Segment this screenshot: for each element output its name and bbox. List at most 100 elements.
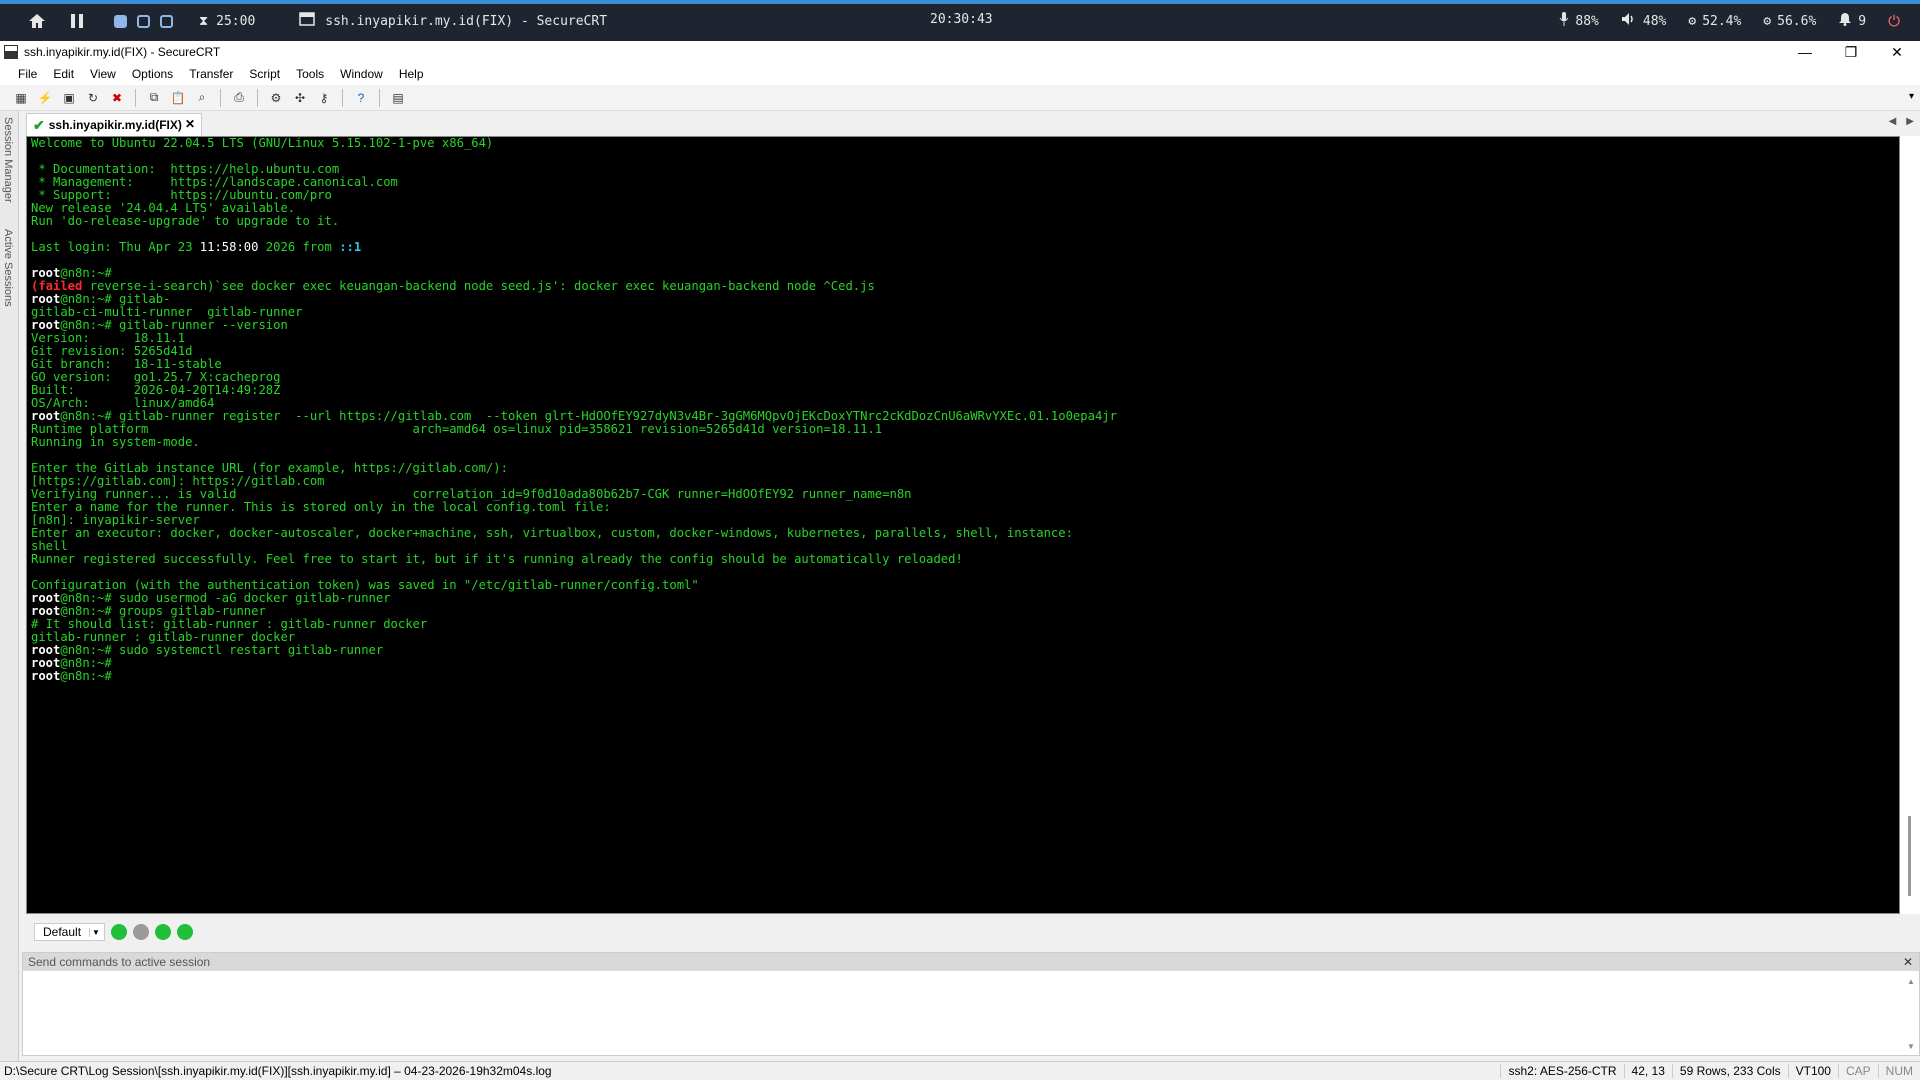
num-lock-indicator: NUM <box>1877 1064 1920 1078</box>
command-window-close-icon[interactable]: ✕ <box>1903 955 1913 969</box>
bell-icon <box>1838 12 1852 30</box>
terminal-line: root@n8n:~# gitlab- <box>31 293 1899 306</box>
terminal-line: Enter a name for the runner. This is sto… <box>31 501 1899 514</box>
button-bar-button-3[interactable] <box>154 924 171 940</box>
microphone-icon <box>1559 12 1569 30</box>
line-text: [n8n]: inyapikir-server <box>31 513 200 527</box>
button-bar-select[interactable]: Default ▼ <box>34 923 105 941</box>
securecrt-app-icon[interactable] <box>4 45 18 59</box>
session-manager-tab[interactable]: Session Manager <box>2 117 14 203</box>
line-text: @n8n:~# sudo systemctl restart gitlab-ru… <box>60 643 384 657</box>
prompt-user: root <box>31 669 61 683</box>
command-input[interactable] <box>23 971 1903 1055</box>
close-button[interactable]: ✕ <box>1874 41 1920 63</box>
command-window: Send commands to active session ✕ ▲ ▼ <box>22 952 1920 1056</box>
workspace-2[interactable] <box>137 14 150 28</box>
cpu-status[interactable]: ⚙ 52.4% <box>1688 14 1741 29</box>
terminal-line: root@n8n:~# <box>31 657 1899 670</box>
pause-icon[interactable] <box>64 8 90 34</box>
toolbar: ▦ ⚡ ▣ ↻ ✖ ⧉ 📋 ⌕ ⎙ ⚙ ✣ ⚷ ? ▤ ▾ <box>0 85 1920 111</box>
paste-icon[interactable]: 📋 <box>169 89 187 107</box>
line-text: Configuration (with the authentication t… <box>31 578 699 592</box>
line-text: Verifying runner... is valid correlation… <box>31 487 912 501</box>
volume-status[interactable]: 48% <box>1621 12 1666 30</box>
tab-scroll-right-icon[interactable]: ▶ <box>1906 116 1914 127</box>
pomodoro-timer[interactable]: ⧗ 25:00 <box>199 14 255 29</box>
toolbar-divider <box>379 88 380 107</box>
quick-connect-icon[interactable]: ⚡ <box>36 89 54 107</box>
login-source: ::1 <box>339 240 362 254</box>
terminal-line: Version: 18.11.1 <box>31 332 1899 345</box>
help-icon[interactable]: ? <box>352 89 370 107</box>
menu-script[interactable]: Script <box>241 67 288 81</box>
clock[interactable]: 20:30:43 <box>930 12 993 27</box>
prompt-user: root <box>31 292 61 306</box>
button-bar-button-2[interactable] <box>132 924 149 940</box>
connect-icon[interactable]: ▦ <box>12 89 30 107</box>
copy-icon[interactable]: ⧉ <box>145 89 163 107</box>
line-text: Running in system-mode. <box>31 435 200 449</box>
workspace-1[interactable] <box>114 14 127 28</box>
sftp-icon[interactable]: ▤ <box>389 89 407 107</box>
tab-close-icon[interactable]: ✕ <box>185 117 195 131</box>
notification-status[interactable]: 9 <box>1838 12 1866 30</box>
line-text: @n8n:~# gitlab- <box>60 292 171 306</box>
power-button[interactable]: ⏻ <box>1888 12 1900 30</box>
minimize-button[interactable]: — <box>1782 41 1828 63</box>
maximize-button[interactable]: ❐ <box>1828 41 1874 63</box>
toolbar-overflow-icon[interactable]: ▾ <box>1909 91 1914 102</box>
close-icon: ✕ <box>1891 43 1903 60</box>
connect-in-tab-icon[interactable]: ▣ <box>60 89 78 107</box>
line-text: gitlab-runner : gitlab-runner docker <box>31 630 296 644</box>
keymap-icon[interactable]: ⚷ <box>315 89 333 107</box>
terminal-line: Runtime platform arch=amd64 os=linux pid… <box>31 423 1899 436</box>
button-bar-button-4[interactable] <box>176 924 193 940</box>
menu-options[interactable]: Options <box>124 67 181 81</box>
scroll-up-icon[interactable]: ▲ <box>1907 977 1915 986</box>
line-text: @n8n:~# gitlab-runner register --url htt… <box>60 409 1117 423</box>
reconnect-icon[interactable]: ↻ <box>84 89 102 107</box>
button-bar-button-1[interactable] <box>110 924 127 940</box>
menu-bar: File Edit View Options Transfer Script T… <box>0 63 1920 85</box>
mic-status[interactable]: 88% <box>1559 12 1599 30</box>
home-icon[interactable] <box>24 8 50 34</box>
menu-edit[interactable]: Edit <box>45 67 82 81</box>
find-icon[interactable]: ⌕ <box>193 89 211 107</box>
line-text: Last login: Thu Apr 23 <box>31 240 200 254</box>
terminal-line: * Support: https://ubuntu.com/pro <box>31 189 1899 202</box>
command-window-scrollbar[interactable]: ▲ ▼ <box>1905 977 1917 1051</box>
workspace-3[interactable] <box>160 14 173 28</box>
line-text: Run 'do-release-upgrade' to upgrade to i… <box>31 214 340 228</box>
print-icon[interactable]: ⎙ <box>230 89 248 107</box>
line-text: Version: 18.11.1 <box>31 331 186 345</box>
terminal-view[interactable]: Welcome to Ubuntu 22.04.5 LTS (GNU/Linux… <box>26 136 1900 914</box>
line-text: OS/Arch: linux/amd64 <box>31 396 215 410</box>
scroll-down-icon[interactable]: ▼ <box>1907 1042 1915 1051</box>
log-file-path: D:\Secure CRT\Log Session\[ssh.inyapikir… <box>4 1064 552 1078</box>
line-text: * Support: https://ubuntu.com/pro <box>31 188 332 202</box>
button-bar: Default ▼ <box>26 920 1920 944</box>
terminal-scrollbar[interactable] <box>1900 136 1920 914</box>
caps-lock-indicator: CAP <box>1837 1064 1878 1078</box>
memory-status[interactable]: ⚙ 56.6% <box>1763 14 1816 29</box>
menu-transfer[interactable]: Transfer <box>181 67 241 81</box>
workspace-switcher <box>114 14 173 28</box>
global-options-icon[interactable]: ✣ <box>291 89 309 107</box>
cpu-gear-icon: ⚙ <box>1688 13 1697 29</box>
tab-scroll-left-icon[interactable]: ◀ <box>1889 116 1897 127</box>
line-text: 2026 from <box>258 240 340 254</box>
active-sessions-tab[interactable]: Active Sessions <box>2 229 14 307</box>
terminal-line: root@n8n:~# gitlab-runner --version <box>31 319 1899 332</box>
session-tab[interactable]: ✔ ssh.inyapikir.my.id(FIX) ✕ <box>26 113 202 136</box>
menu-tools[interactable]: Tools <box>288 67 332 81</box>
menu-help[interactable]: Help <box>391 67 432 81</box>
menu-file[interactable]: File <box>10 67 45 81</box>
terminal-line: Git revision: 5265d41d <box>31 345 1899 358</box>
line-text: @n8n:~# sudo usermod -aG docker gitlab-r… <box>60 591 391 605</box>
prompt-user: root <box>31 643 61 657</box>
scrollbar-thumb[interactable] <box>1908 816 1911 896</box>
session-options-icon[interactable]: ⚙ <box>267 89 285 107</box>
disconnect-icon[interactable]: ✖ <box>108 89 126 107</box>
menu-view[interactable]: View <box>82 67 124 81</box>
menu-window[interactable]: Window <box>332 67 391 81</box>
